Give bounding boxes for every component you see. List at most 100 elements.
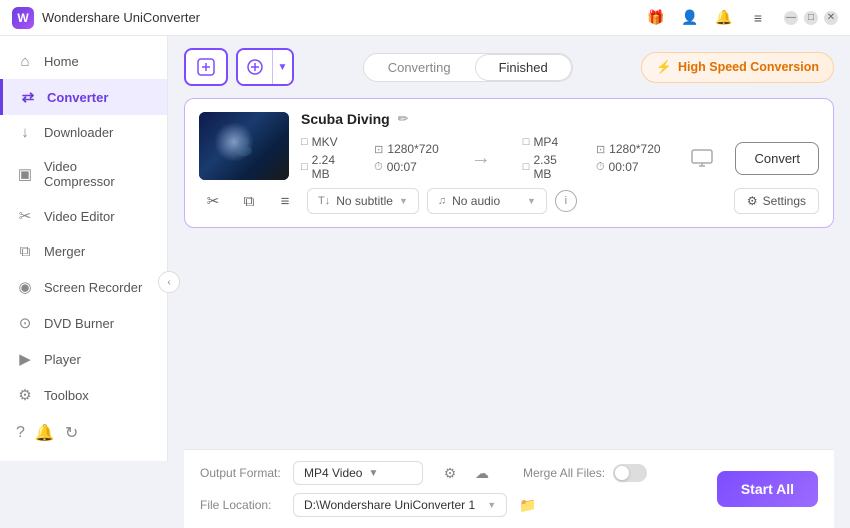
bottom-left: Output Format: MP4 Video ▼ ⚙ ☁ Merge All… [200,460,697,518]
add-options-dropdown-arrow[interactable]: ▼ [272,50,292,84]
bell-icon[interactable]: 🔔 [710,4,738,32]
sidebar-bottom: ? 🔔 ↻ [0,413,167,453]
output-format-icon: □ [523,136,530,148]
downloader-icon: ↓ [16,124,34,141]
convert-button[interactable]: Convert [735,142,819,175]
start-all-button[interactable]: Start All [717,471,818,507]
toggle-knob [615,466,629,480]
add-file-button[interactable] [184,48,228,86]
source-duration: 00:07 [387,160,417,174]
output-format-row: Output Format: MP4 Video ▼ ⚙ ☁ Merge All… [200,460,697,486]
sidebar-item-home-label: Home [44,54,79,69]
sidebar-item-converter[interactable]: ⇄ Converter [0,79,167,115]
sidebar-item-player[interactable]: ▶ Player [0,341,167,377]
file-location-label: File Location: [200,498,285,512]
add-with-options-button[interactable]: ▼ [236,48,294,86]
sidebar-item-screen-recorder[interactable]: ◉ Screen Recorder [0,269,167,305]
settings-button[interactable]: ⚙ Settings [734,188,819,214]
user-icon[interactable]: 👤 [676,4,704,32]
output-format-selector[interactable]: MP4 Video ▼ [293,461,423,485]
top-toolbar: ▼ Converting Finished ⚡ High Speed Conve… [184,48,834,86]
size-icon: □ [301,161,308,173]
collapse-sidebar-button[interactable]: ‹ [158,271,180,293]
file-name-row: Scuba Diving ✏ [301,111,819,127]
cut-icon[interactable]: ✂ [199,187,227,215]
resolution-icon: ⊡ [374,143,383,156]
diver-icon [224,126,264,166]
output-resolution-item: ⊡ 1280*720 [596,142,661,156]
open-folder-button[interactable]: 📁 [515,492,541,518]
toolbar-left: ▼ [184,48,294,86]
help-icon[interactable]: ? [16,424,25,442]
screen-recorder-icon: ◉ [16,278,34,296]
info-button[interactable]: i [555,190,577,212]
titlebar: W Wondershare UniConverter 🎁 👤 🔔 ≡ — □ ✕ [0,0,850,36]
source-format: MKV [312,135,338,149]
main-container: ⌂ Home ⇄ Converter ↓ Downloader ▣ Video … [0,36,850,528]
output-size: 2.35 MB [533,153,576,181]
edit-filename-icon[interactable]: ✏ [398,111,409,127]
source-size-item: □ 2.24 MB [301,153,354,181]
file-location-selector[interactable]: D:\Wondershare UniConverter 1 ▼ [293,493,507,517]
high-speed-label: High Speed Conversion [678,60,819,74]
sidebar-item-toolbox[interactable]: ⚙ Toolbox [0,377,167,413]
gift-icon[interactable]: 🎁 [642,4,670,32]
output-duration-icon: ⏱ [596,161,605,174]
tab-finished[interactable]: Finished [475,54,572,81]
app-logo: W [12,7,34,29]
tab-converting[interactable]: Converting [364,54,475,81]
format-dropdown-arrow: ▼ [368,468,378,479]
format-settings-icon[interactable]: ⚙ [437,460,463,486]
output-duration: 00:07 [609,160,639,174]
sidebar-item-dvd-burner[interactable]: ⊙ DVD Burner [0,305,167,341]
screen-icon[interactable] [689,144,716,172]
sidebar-item-downloader[interactable]: ↓ Downloader [0,115,167,150]
output-details: □ MP4 □ 2.35 MB [523,135,576,181]
format-cloud-icon[interactable]: ☁ [469,460,495,486]
conversion-arrow: → [459,147,503,170]
minimize-button[interactable]: — [784,11,798,25]
sidebar-item-home[interactable]: ⌂ Home [0,44,167,79]
video-compressor-icon: ▣ [16,165,34,183]
refresh-icon[interactable]: ↻ [65,423,78,443]
content-spacer [184,238,834,449]
video-editor-icon: ✂ [16,207,34,225]
list-icon[interactable]: ≡ [271,187,299,215]
merge-files-toggle[interactable] [613,464,647,482]
source-details: □ MKV □ 2.24 MB [301,135,354,181]
home-icon: ⌂ [16,53,34,70]
source-extra-details: ⊡ 1280*720 ⏱ 00:07 [374,142,439,174]
settings-label: Settings [763,194,806,208]
menu-icon[interactable]: ≡ [744,4,772,32]
settings-gear-icon: ⚙ [747,194,758,208]
bottom-bar: Output Format: MP4 Video ▼ ⚙ ☁ Merge All… [184,449,834,528]
player-icon: ▶ [16,350,34,368]
high-speed-conversion-button[interactable]: ⚡ High Speed Conversion [641,52,834,83]
close-button[interactable]: ✕ [824,11,838,25]
output-format-label: Output Format: [200,466,285,480]
sidebar-item-merger[interactable]: ⧉ Merger [0,234,167,269]
sidebar-item-video-editor[interactable]: ✂ Video Editor [0,198,167,234]
toolbox-icon: ⚙ [16,386,34,404]
audio-wave-icon: ♫ [438,195,446,207]
source-format-item: □ MKV [301,135,354,149]
maximize-button[interactable]: □ [804,11,818,25]
sidebar-item-video-editor-label: Video Editor [44,209,115,224]
sidebar-item-video-compressor[interactable]: ▣ Video Compressor [0,150,167,198]
source-resolution-item: ⊡ 1280*720 [374,142,439,156]
file-card-top-row: Scuba Diving ✏ □ MKV □ 2.24 MB [199,111,819,181]
add-special-icon[interactable] [238,50,272,84]
app-title: Wondershare UniConverter [42,10,200,25]
audio-selector[interactable]: ♫ No audio ▼ [427,188,547,214]
subtitle-selector[interactable]: T↓ No subtitle ▼ [307,188,419,214]
source-resolution: 1280*720 [387,142,438,156]
merge-row: Merge All Files: [523,464,647,482]
audio-label: No audio [452,194,521,208]
sidebar-item-toolbox-label: Toolbox [44,388,89,403]
output-duration-item: ⏱ 00:07 [596,160,661,174]
notification-icon[interactable]: 🔔 [35,423,55,443]
sidebar-item-merger-label: Merger [44,244,85,259]
tabs-container: Converting Finished [363,53,573,82]
sidebar-item-downloader-label: Downloader [44,125,113,140]
copy-icon[interactable]: ⧉ [235,187,263,215]
